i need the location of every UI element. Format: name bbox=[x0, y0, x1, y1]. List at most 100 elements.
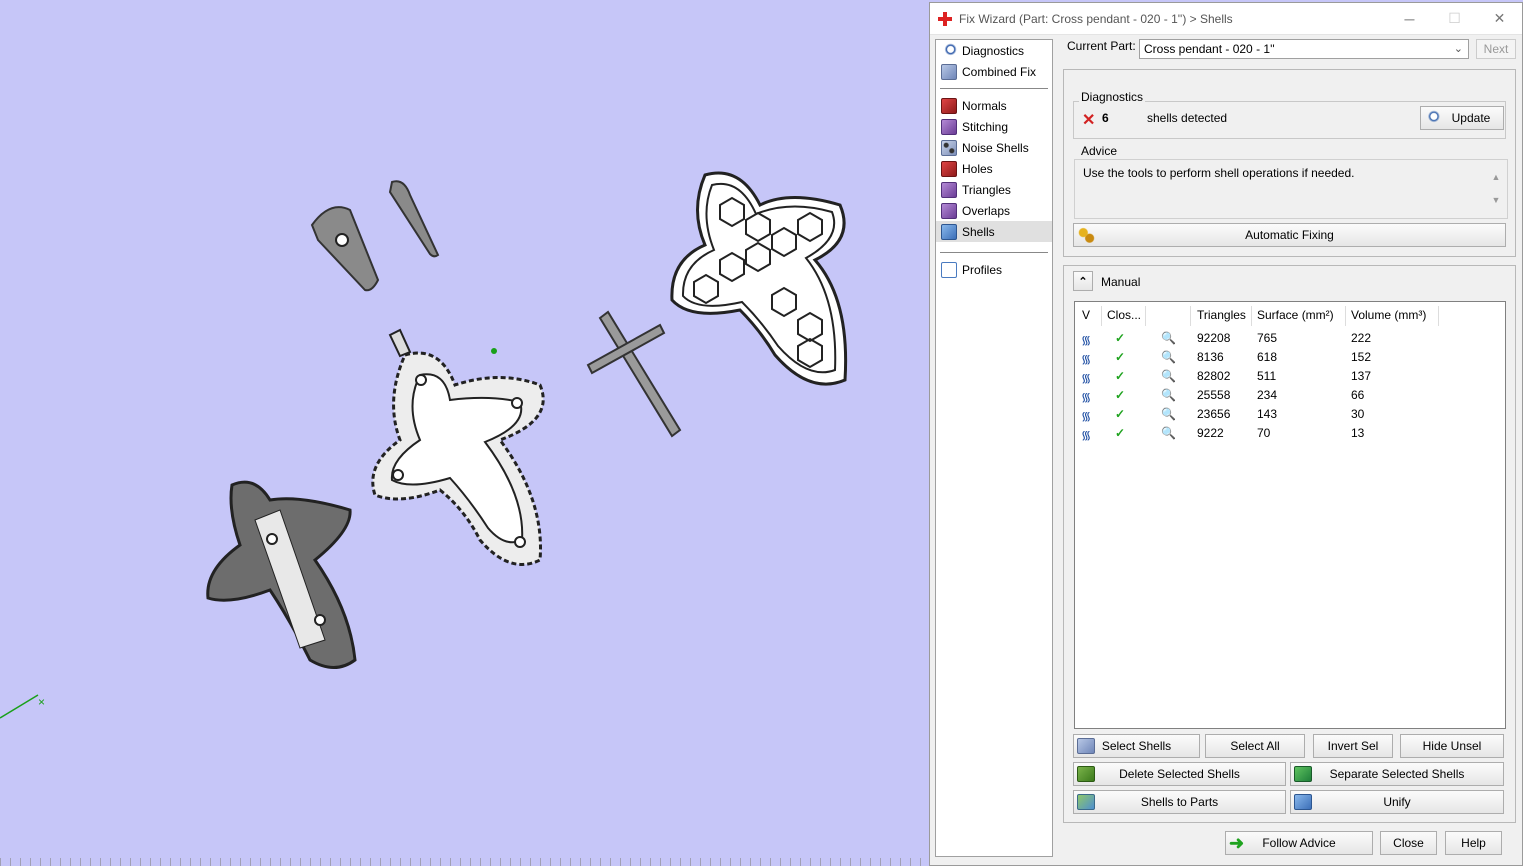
triangles-cell: 25558 bbox=[1197, 388, 1231, 402]
profiles-icon bbox=[941, 261, 957, 278]
column-header-surface[interactable]: Surface (mm²) bbox=[1257, 308, 1334, 322]
shell-count: 6 bbox=[1102, 111, 1109, 125]
closed-check-icon: ✓ bbox=[1115, 388, 1126, 402]
axis-indicator: × bbox=[0, 694, 45, 719]
shells-icon bbox=[941, 223, 957, 240]
table-row[interactable]: ᯾ ✓ 🔍 25558 234 66 bbox=[1075, 386, 1505, 405]
shells-to-parts-icon bbox=[1077, 794, 1095, 810]
surface-cell: 765 bbox=[1257, 331, 1278, 345]
volume-cell: 30 bbox=[1351, 407, 1365, 421]
column-divider bbox=[1251, 306, 1252, 326]
svg-text:×: × bbox=[38, 695, 45, 709]
nav-item-triangles[interactable]: Triangles bbox=[936, 179, 1052, 200]
select-shells-button[interactable]: Select Shells bbox=[1073, 734, 1200, 758]
table-row[interactable]: ᯾ ✓ 🔍 23656 143 30 bbox=[1075, 405, 1505, 424]
next-button[interactable]: Next bbox=[1476, 39, 1516, 59]
column-header-closed[interactable]: Clos... bbox=[1107, 308, 1141, 322]
table-row[interactable]: ᯾ ✓ 🔍 92208 765 222 bbox=[1075, 329, 1505, 348]
advice-scrollbar[interactable]: ▲ ▼ bbox=[1491, 166, 1501, 212]
select-shells-label: Select Shells bbox=[1101, 739, 1172, 753]
invert-selection-button[interactable]: Invert Sel bbox=[1313, 734, 1393, 758]
separate-shells-icon bbox=[1294, 766, 1312, 782]
column-divider bbox=[1345, 306, 1346, 326]
visibility-toggle-icon[interactable]: ᯾ bbox=[1081, 331, 1091, 348]
current-part-value: Cross pendant - 020 - 1'' bbox=[1144, 42, 1275, 56]
follow-advice-label: Follow Advice bbox=[1262, 836, 1336, 850]
3d-viewport[interactable]: × bbox=[0, 0, 930, 866]
triangles-cell: 8136 bbox=[1197, 350, 1224, 364]
normals-icon bbox=[941, 97, 957, 114]
zoom-magnifier-icon[interactable]: 🔍 bbox=[1161, 388, 1176, 402]
nav-item-stitching[interactable]: Stitching bbox=[936, 116, 1052, 137]
pave-cross-pendant-model[interactable] bbox=[371, 328, 545, 566]
column-divider bbox=[1438, 306, 1439, 326]
select-all-button[interactable]: Select All bbox=[1205, 734, 1305, 758]
volume-cell: 152 bbox=[1351, 350, 1372, 364]
current-part-dropdown[interactable]: Cross pendant - 020 - 1'' ⌄ bbox=[1139, 39, 1469, 59]
honeycomb-cross-model[interactable] bbox=[670, 171, 848, 386]
error-x-icon: ✕ bbox=[1082, 112, 1096, 129]
update-label: Update bbox=[1451, 111, 1491, 125]
maximize-button[interactable]: ☐ bbox=[1432, 3, 1477, 35]
shells-table[interactable]: V Clos... Triangles Surface (mm²) Volume… bbox=[1074, 301, 1506, 729]
separate-selected-label: Separate Selected Shells bbox=[1329, 767, 1465, 781]
nav-item-label: Normals bbox=[962, 98, 1007, 113]
delete-shells-icon bbox=[1077, 766, 1095, 782]
column-header-visible[interactable]: V bbox=[1082, 308, 1090, 322]
closed-check-icon: ✓ bbox=[1115, 331, 1126, 345]
zoom-magnifier-icon[interactable]: 🔍 bbox=[1161, 426, 1176, 440]
column-header-triangles[interactable]: Triangles bbox=[1197, 308, 1246, 322]
update-button[interactable]: Update bbox=[1420, 106, 1504, 130]
nav-item-holes[interactable]: Holes bbox=[936, 158, 1052, 179]
nav-item-normals[interactable]: Normals bbox=[936, 95, 1052, 116]
table-row[interactable]: ᯾ ✓ 🔍 82802 511 137 bbox=[1075, 367, 1505, 386]
nav-item-overlaps[interactable]: Overlaps bbox=[936, 200, 1052, 221]
table-row[interactable]: ᯾ ✓ 🔍 9222 70 13 bbox=[1075, 424, 1505, 443]
closed-check-icon: ✓ bbox=[1115, 407, 1126, 421]
nav-item-profiles[interactable]: Profiles bbox=[936, 259, 1052, 280]
app-cross-icon bbox=[938, 11, 952, 26]
visibility-toggle-icon[interactable]: ᯾ bbox=[1081, 426, 1091, 443]
close-window-button[interactable]: ✕ bbox=[1477, 3, 1522, 35]
model-scene[interactable]: × bbox=[0, 0, 930, 866]
visibility-toggle-icon[interactable]: ᯾ bbox=[1081, 350, 1091, 367]
holes-icon bbox=[941, 160, 957, 177]
closed-check-icon: ✓ bbox=[1115, 350, 1126, 364]
nav-item-noise-shells[interactable]: Noise Shells bbox=[936, 137, 1052, 158]
hide-unselected-button[interactable]: Hide Unsel bbox=[1400, 734, 1504, 758]
nav-item-diagnostics[interactable]: Diagnostics bbox=[936, 40, 1052, 61]
zoom-magnifier-icon[interactable]: 🔍 bbox=[1161, 350, 1176, 364]
ring-model[interactable] bbox=[310, 206, 380, 292]
visibility-toggle-icon[interactable]: ᯾ bbox=[1081, 388, 1091, 405]
help-button[interactable]: Help bbox=[1445, 831, 1502, 855]
column-header-volume[interactable]: Volume (mm³) bbox=[1351, 308, 1426, 322]
drop-model[interactable] bbox=[388, 180, 440, 258]
title-bar[interactable]: Fix Wizard (Part: Cross pendant - 020 - … bbox=[930, 3, 1522, 35]
thin-cross-model[interactable] bbox=[586, 310, 682, 438]
nav-item-combined-fix[interactable]: Combined Fix bbox=[936, 61, 1052, 82]
automatic-fixing-button[interactable]: Automatic Fixing bbox=[1073, 223, 1506, 247]
gem-cross-model[interactable] bbox=[206, 480, 357, 669]
unify-button[interactable]: Unify bbox=[1290, 790, 1504, 814]
visibility-toggle-icon[interactable]: ᯾ bbox=[1081, 369, 1091, 386]
visibility-toggle-icon[interactable]: ᯾ bbox=[1081, 407, 1091, 424]
separate-selected-shells-button[interactable]: Separate Selected Shells bbox=[1290, 762, 1504, 786]
overlaps-icon bbox=[941, 202, 957, 219]
zoom-magnifier-icon[interactable]: 🔍 bbox=[1161, 407, 1176, 421]
column-divider bbox=[1190, 306, 1191, 326]
collapse-manual-button[interactable]: ⌃ bbox=[1073, 271, 1093, 291]
follow-advice-button[interactable]: ➜ Follow Advice bbox=[1225, 831, 1373, 855]
closed-check-icon: ✓ bbox=[1115, 369, 1126, 383]
minimize-button[interactable]: ─ bbox=[1387, 3, 1432, 35]
combined-fix-icon bbox=[941, 63, 957, 80]
close-button[interactable]: Close bbox=[1380, 831, 1437, 855]
viewport-ruler bbox=[0, 858, 930, 866]
zoom-magnifier-icon[interactable]: 🔍 bbox=[1161, 331, 1176, 345]
advice-text-area[interactable]: Use the tools to perform shell operation… bbox=[1074, 159, 1508, 219]
shells-to-parts-button[interactable]: Shells to Parts bbox=[1073, 790, 1286, 814]
delete-selected-shells-button[interactable]: Delete Selected Shells bbox=[1073, 762, 1286, 786]
table-row[interactable]: ᯾ ✓ 🔍 8136 618 152 bbox=[1075, 348, 1505, 367]
zoom-magnifier-icon[interactable]: 🔍 bbox=[1161, 369, 1176, 383]
pivot-point bbox=[491, 348, 497, 354]
nav-item-shells[interactable]: Shells bbox=[936, 221, 1052, 242]
